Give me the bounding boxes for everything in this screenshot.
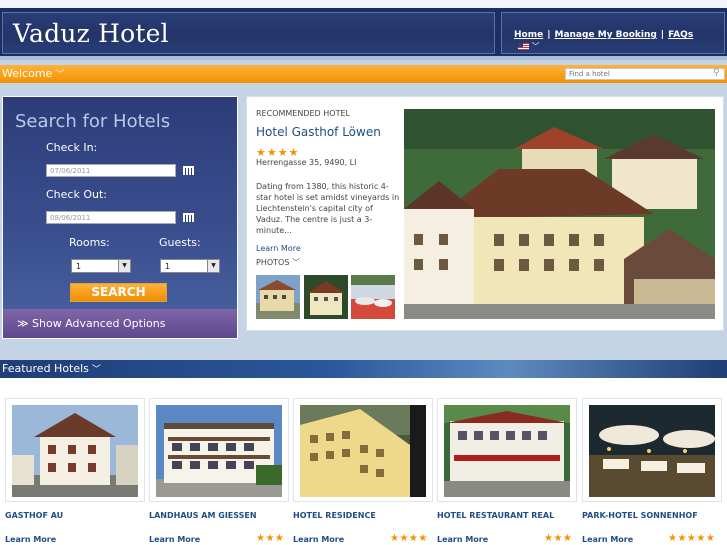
photos-toggle[interactable]: PHOTOS ﹀ — [256, 257, 300, 268]
photos-label: PHOTOS — [256, 258, 290, 267]
featured-hotels-bar[interactable]: Featured Hotels ﹀ — [0, 360, 727, 378]
star-rating: ★★★ — [544, 533, 573, 544]
photo-thumbnail[interactable] — [304, 275, 348, 319]
search-button[interactable]: SEARCH — [70, 283, 167, 302]
chevron-down-icon: ﹀ — [55, 70, 65, 80]
featured-hotels-list: GASTHOF AU Learn More LANDHAUS AM GIESSE… — [0, 378, 727, 545]
calendar-icon[interactable] — [183, 166, 194, 175]
featured-label-wrap: Featured Hotels ﹀ — [2, 362, 101, 375]
star-rating: ★★★★ — [390, 533, 428, 544]
chevron-down-icon: ▼ — [207, 260, 219, 272]
hotel-photo — [12, 405, 138, 497]
guests-label: Guests: — [159, 236, 201, 249]
learn-more-link[interactable]: Learn More — [256, 244, 301, 253]
featured-hotel-card[interactable] — [293, 398, 433, 502]
site-title[interactable]: Vaduz Hotel — [13, 19, 169, 48]
nav-faqs-link[interactable]: FAQs — [668, 30, 693, 40]
photo-thumbnail[interactable] — [256, 275, 300, 319]
find-hotel-input[interactable] — [565, 68, 725, 80]
chevron-down-icon: ﹀ — [531, 42, 540, 51]
search-icon[interactable]: ⚲ — [713, 68, 720, 78]
star-rating: ★★★ — [256, 533, 285, 544]
language-selector[interactable]: ﹀ — [518, 41, 540, 52]
search-title: Search for Hotels — [15, 111, 171, 132]
hotel-address: Herrengasse 35, 9490, LI — [256, 158, 357, 167]
checkin-date-input[interactable] — [46, 164, 176, 177]
nav-home-link[interactable]: Home — [514, 30, 543, 40]
star-rating: ★★★★★ — [668, 533, 716, 544]
hotel-main-photo[interactable] — [404, 109, 715, 319]
recommended-hotel-name[interactable]: Hotel Gasthof Löwen — [256, 125, 381, 139]
guests-value: 1 — [165, 262, 171, 271]
top-nav-links: Home | Manage My Booking | FAQs — [514, 30, 693, 40]
featured-hotel-card[interactable] — [437, 398, 577, 502]
double-chevron-down-icon: ≫ — [17, 317, 29, 330]
welcome-bar: Welcome﹀ ⚲ — [0, 65, 727, 83]
flag-icon — [518, 43, 529, 50]
hotel-photo — [589, 405, 715, 497]
learn-more-link[interactable]: Learn More — [5, 535, 56, 544]
featured-hotel-card[interactable] — [5, 398, 145, 502]
advanced-options-label: Show Advanced Options — [32, 317, 166, 330]
logo-banner[interactable]: Vaduz Hotel — [2, 12, 495, 54]
hotel-photo — [444, 405, 570, 497]
featured-hotel-name[interactable]: PARK-HOTEL SONNENHOF — [582, 511, 698, 520]
learn-more-link[interactable]: Learn More — [582, 535, 633, 544]
featured-hotel-name[interactable]: HOTEL RESTAURANT REAL — [437, 511, 554, 520]
featured-hotel-name[interactable]: LANDHAUS AM GIESSEN — [149, 511, 257, 520]
learn-more-link[interactable]: Learn More — [437, 535, 488, 544]
top-navigation: Home | Manage My Booking | FAQs ﹀ — [501, 12, 725, 54]
rooms-label: Rooms: — [69, 236, 110, 249]
chevron-down-icon: ▼ — [118, 260, 130, 272]
hotel-description: Dating from 1380, this historic 4-star h… — [256, 182, 400, 235]
chevron-down-icon: ﹀ — [291, 258, 300, 267]
advanced-options-toggle[interactable]: ≫ Show Advanced Options — [3, 309, 237, 338]
checkin-label: Check In: — [46, 141, 98, 154]
featured-hotel-name[interactable]: HOTEL RESIDENCE — [293, 511, 376, 520]
welcome-toggle[interactable]: Welcome ﹀ — [2, 67, 64, 80]
recommended-kicker: RECOMMENDED HOTEL — [256, 109, 350, 118]
welcome-label: Welcome — [2, 67, 53, 80]
checkout-label: Check Out: — [46, 188, 107, 201]
nav-separator: | — [547, 30, 551, 40]
rooms-value: 1 — [76, 262, 82, 271]
photo-thumbnail[interactable] — [351, 275, 395, 319]
nav-separator: | — [660, 30, 665, 40]
rooms-select[interactable]: 1 ▼ — [71, 259, 131, 273]
checkout-date-input[interactable] — [46, 211, 176, 224]
learn-more-link[interactable]: Learn More — [293, 535, 344, 544]
calendar-icon[interactable] — [183, 213, 194, 222]
featured-hotel-name[interactable]: GASTHOF AU — [5, 511, 63, 520]
hotel-search-panel: Search for Hotels Check In: Check Out: R… — [2, 96, 238, 339]
hotel-photo — [300, 405, 426, 497]
featured-label: Featured Hotels — [2, 362, 89, 375]
chevron-down-icon: ﹀ — [91, 365, 101, 375]
hotel-photo — [156, 405, 282, 497]
recommended-hotel-panel: RECOMMENDED HOTEL Hotel Gasthof Löwen ★★… — [246, 96, 724, 331]
featured-hotel-card[interactable] — [582, 398, 722, 502]
nav-manage-booking-link[interactable]: Manage My Booking — [555, 30, 657, 40]
guests-select[interactable]: 1 ▼ — [160, 259, 220, 273]
learn-more-link[interactable]: Learn More — [149, 535, 200, 544]
site-header: Vaduz Hotel Home | Manage My Booking | FAQs … — [0, 0, 727, 60]
featured-hotel-card[interactable] — [149, 398, 289, 502]
